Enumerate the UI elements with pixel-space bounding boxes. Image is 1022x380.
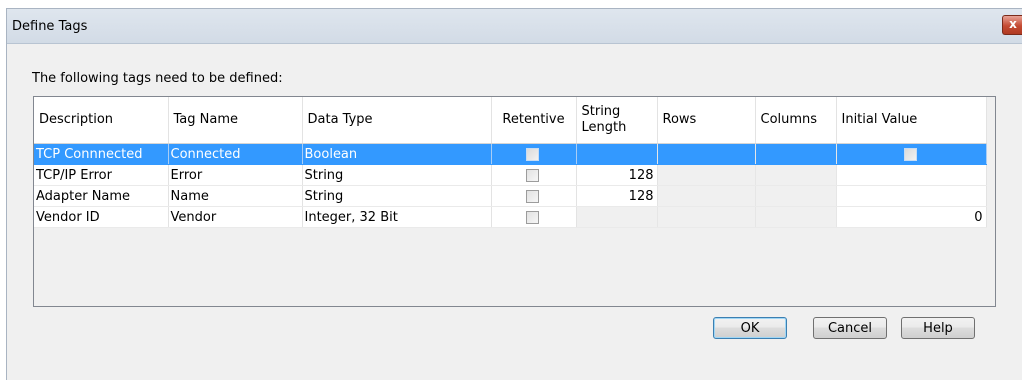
cancel-button[interactable]: Cancel	[813, 317, 887, 339]
cell-initial-value[interactable]	[836, 185, 987, 207]
table-row[interactable]: Adapter Name Name String 128	[34, 185, 987, 207]
cell-retentive[interactable]	[491, 185, 577, 207]
retentive-checkbox[interactable]	[526, 147, 539, 161]
cell-rows	[657, 185, 756, 207]
cell-initial-value[interactable]	[836, 143, 987, 165]
cell-data-type[interactable]: String	[302, 185, 492, 207]
cell-retentive[interactable]	[491, 164, 577, 186]
ok-button[interactable]: OK	[713, 317, 787, 339]
close-icon[interactable]: x	[1002, 15, 1022, 35]
column-header-description[interactable]: Description	[34, 97, 169, 144]
column-header-data-type[interactable]: Data Type	[302, 97, 492, 144]
cell-retentive[interactable]	[491, 143, 577, 165]
retentive-checkbox[interactable]	[526, 189, 539, 203]
cell-rows	[657, 206, 756, 228]
tags-table: Description Tag Name Data Type Retentive…	[34, 97, 987, 228]
cell-description[interactable]: Vendor ID	[34, 206, 169, 228]
cell-tag-name[interactable]: Vendor	[168, 206, 303, 228]
initial-value-checkbox[interactable]	[903, 147, 917, 161]
cell-columns	[755, 143, 837, 165]
cell-tag-name[interactable]: Error	[168, 164, 303, 186]
column-header-columns[interactable]: Columns	[755, 97, 837, 144]
table-row[interactable]: TCP Connnected Connected Boolean	[34, 143, 987, 165]
column-header-retentive[interactable]: Retentive	[491, 97, 577, 144]
cell-columns	[755, 185, 837, 207]
retentive-checkbox[interactable]	[526, 168, 539, 182]
cell-rows	[657, 164, 756, 186]
tags-grid[interactable]: Description Tag Name Data Type Retentive…	[33, 96, 996, 307]
cell-columns	[755, 206, 837, 228]
cell-string-length[interactable]: 128	[576, 164, 658, 186]
table-header-row: Description Tag Name Data Type Retentive…	[34, 97, 987, 144]
cell-string-length	[576, 206, 658, 228]
help-button[interactable]: Help	[901, 317, 975, 339]
cell-initial-value[interactable]: 0	[836, 206, 987, 228]
cell-data-type[interactable]: Boolean	[302, 143, 492, 165]
column-header-string-length[interactable]: String Length	[576, 97, 658, 144]
cell-initial-value[interactable]	[836, 164, 987, 186]
cell-tag-name[interactable]: Name	[168, 185, 303, 207]
table-row[interactable]: Vendor ID Vendor Integer, 32 Bit 0	[34, 206, 987, 228]
cell-string-length[interactable]: 128	[576, 185, 658, 207]
cell-data-type[interactable]: String	[302, 164, 492, 186]
dialog-title: Define Tags	[12, 19, 88, 34]
cell-description[interactable]: TCP Connnected	[34, 143, 169, 165]
table-row[interactable]: TCP/IP Error Error String 128	[34, 164, 987, 186]
cell-description[interactable]: Adapter Name	[34, 185, 169, 207]
column-header-initial-value[interactable]: Initial Value	[836, 97, 987, 144]
cell-tag-name[interactable]: Connected	[168, 143, 303, 165]
prompt-label: The following tags need to be defined:	[32, 71, 283, 86]
column-header-tag-name[interactable]: Tag Name	[168, 97, 303, 144]
title-bar[interactable]: Define Tags x	[7, 9, 1022, 44]
column-header-rows[interactable]: Rows	[657, 97, 756, 144]
cell-rows	[657, 143, 756, 165]
cell-string-length	[576, 143, 658, 165]
cell-columns	[755, 164, 837, 186]
cell-data-type[interactable]: Integer, 32 Bit	[302, 206, 492, 228]
cell-retentive[interactable]	[491, 206, 577, 228]
cell-description[interactable]: TCP/IP Error	[34, 164, 169, 186]
retentive-checkbox[interactable]	[526, 210, 539, 224]
